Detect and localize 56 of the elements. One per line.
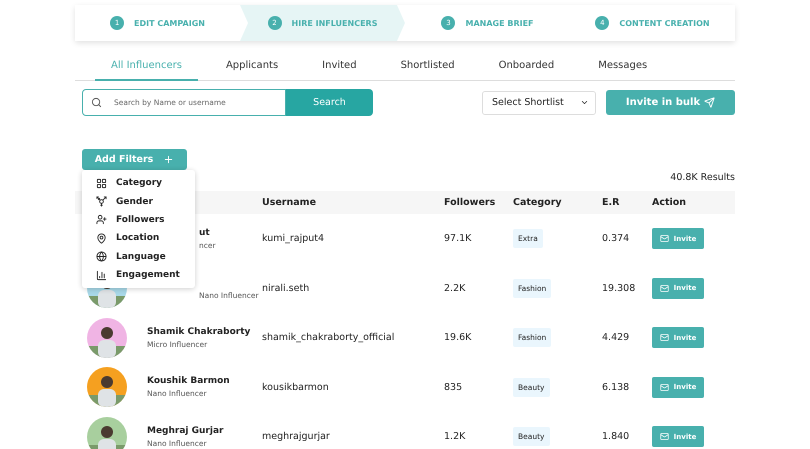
followers-cell-text: 19.6K (444, 332, 472, 344)
mail-icon (660, 284, 669, 293)
er-cell-text: 1.840 (602, 431, 630, 442)
tab[interactable]: Invited (306, 51, 373, 81)
influencer-name: Shamik Chakraborty (147, 326, 252, 337)
shortlist-select[interactable]: Select Shortlist (482, 90, 596, 114)
send-icon (704, 97, 716, 108)
followers-cell-text: 1.2K (444, 431, 466, 442)
followers-cell-text: 835 (444, 382, 464, 393)
column-header: Username (262, 197, 318, 208)
column-header: Category (513, 197, 563, 208)
username-cell-text: meghrajgurjar (262, 431, 331, 442)
grid-icon (96, 178, 107, 189)
add-filters-button[interactable]: Add Filters (82, 149, 187, 170)
bar-chart-icon (96, 270, 107, 281)
user-plus-icon (96, 214, 107, 226)
filter-menu-item[interactable]: Category (82, 174, 195, 192)
followers-cell-text: 2.2K (444, 282, 466, 294)
er-cell-text: 19.308 (602, 282, 636, 294)
filter-menu-item[interactable]: Location (82, 229, 195, 248)
followers-cell-text: 97.1K (444, 233, 472, 244)
influencer-name: Koushik Barmon (147, 376, 231, 386)
column-header: Action (652, 197, 688, 208)
er-cell-text: 0.374 (602, 233, 630, 244)
filter-menu-item[interactable]: Engagement (82, 266, 195, 284)
tab[interactable]: Onboarded (482, 51, 570, 81)
globe-icon (96, 251, 107, 262)
username-cell-text: shamik_chakraborty_official (262, 332, 396, 344)
tab[interactable]: Shortlisted (384, 51, 471, 81)
search-icon (91, 97, 102, 108)
chevron-icon (580, 98, 589, 107)
mail-icon (660, 432, 669, 442)
filter-menu-item[interactable]: Followers (82, 210, 195, 230)
username-cell-text: kousikbarmon (262, 382, 330, 393)
influencer-name: ut (199, 228, 211, 238)
results-count: 40.8K Results (670, 172, 735, 183)
er-cell-text: 6.138 (602, 382, 630, 393)
username-cell-text: nirali.seth (262, 282, 310, 294)
mail-icon (660, 234, 669, 244)
invite-bulk-button[interactable]: Invite in bulk (606, 90, 735, 115)
column-header: Followers (444, 197, 496, 208)
username-cell-text: kumi_rajput4 (262, 233, 326, 244)
search-button[interactable]: Search (286, 89, 373, 116)
pin-icon (96, 232, 107, 244)
mail-icon (660, 333, 669, 342)
plus-icon (163, 154, 174, 165)
mail-icon (660, 382, 669, 392)
influencer-name: Meghraj Gurjar (147, 426, 224, 436)
tab[interactable]: All Influencers (95, 51, 198, 81)
tab[interactable]: Applicants (210, 51, 294, 81)
tab[interactable]: Messages (582, 51, 664, 81)
filter-menu-item[interactable]: Gender (82, 192, 195, 211)
gender-icon (96, 196, 107, 208)
filter-menu-item[interactable]: Language (82, 248, 195, 266)
er-cell-text: 4.429 (602, 332, 630, 344)
column-header: E.R (602, 197, 620, 208)
